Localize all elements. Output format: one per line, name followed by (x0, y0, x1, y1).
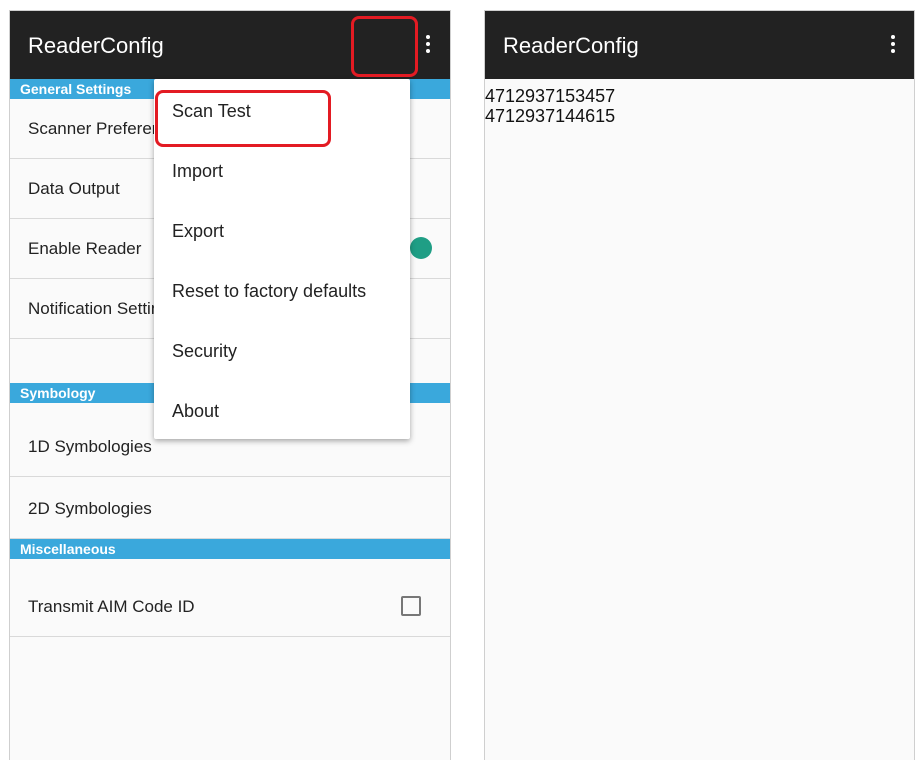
pref-label: 2D Symbologies (28, 499, 152, 518)
more-vert-icon (425, 35, 431, 55)
menu-item-about[interactable]: About (154, 379, 410, 439)
menu-item-scan-test[interactable]: Scan Test (154, 79, 410, 139)
scan-result-line: 4712937144615 (485, 106, 616, 126)
pref-label: Data Output (28, 179, 120, 198)
overflow-popup-menu: Scan Test Import Export Reset to factory… (154, 79, 410, 439)
pref-transmit-aim-code-id[interactable]: Transmit AIM Code ID (10, 577, 450, 637)
overflow-menu-button[interactable] (414, 23, 442, 67)
menu-item-label: Import (172, 161, 224, 181)
settings-screen: ReaderConfig General Settings Scanner Pr… (9, 10, 451, 760)
scan-result-line: 4712937153457 (485, 86, 616, 106)
app-bar: ReaderConfig (10, 11, 450, 79)
scan-test-screen: ReaderConfig 4712937153457 4712937144615 (484, 10, 915, 760)
section-header-miscellaneous: Miscellaneous (10, 539, 450, 559)
more-vert-icon (890, 35, 896, 55)
app-title: ReaderConfig (28, 33, 164, 58)
pref-label: 1D Symbologies (28, 437, 152, 456)
app-bar: ReaderConfig (485, 11, 914, 79)
transmit-aim-checkbox[interactable] (401, 596, 421, 616)
menu-item-import[interactable]: Import (154, 139, 410, 199)
scan-results: 4712937153457 4712937144615 (485, 86, 615, 126)
menu-item-label: About (172, 401, 220, 421)
menu-item-label: Security (172, 341, 238, 361)
menu-item-export[interactable]: Export (154, 199, 410, 259)
enable-reader-toggle[interactable] (410, 237, 432, 259)
app-title: ReaderConfig (503, 33, 639, 58)
menu-item-reset-factory-defaults[interactable]: Reset to factory defaults (154, 259, 410, 319)
pref-label: Transmit AIM Code ID (28, 597, 195, 616)
pref-label: Enable Reader (28, 239, 142, 258)
menu-item-label: Export (172, 221, 225, 241)
menu-item-security[interactable]: Security (154, 319, 410, 379)
pref-2d-symbologies[interactable]: 2D Symbologies (10, 479, 450, 539)
menu-item-label: Scan Test (172, 101, 251, 121)
overflow-menu-button[interactable] (879, 23, 907, 67)
menu-item-label: Reset to factory defaults (172, 281, 367, 301)
